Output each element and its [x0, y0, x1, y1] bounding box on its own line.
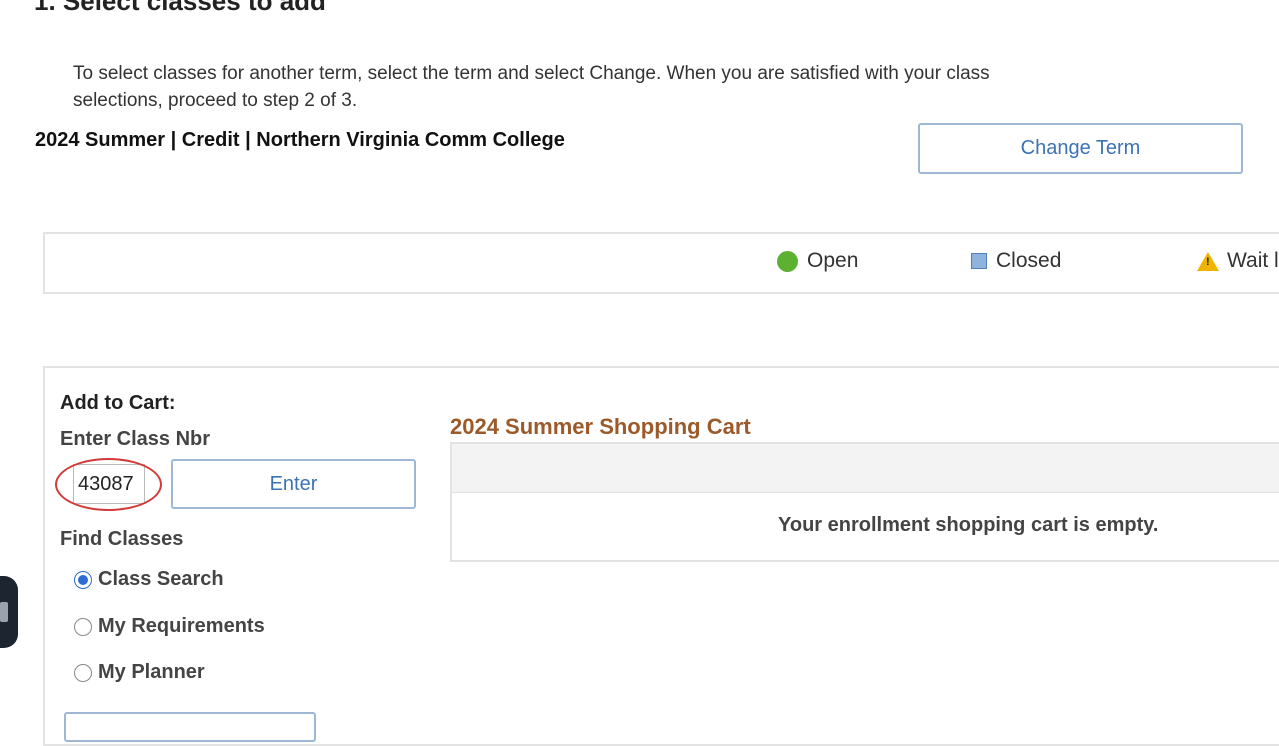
class-nbr-input[interactable]	[73, 464, 145, 504]
enter-class-nbr-label: Enter Class Nbr	[60, 428, 211, 450]
radio-my-planner[interactable]: My Planner	[74, 661, 205, 684]
search-button-partial[interactable]	[64, 712, 316, 742]
closed-status-icon	[971, 253, 987, 269]
open-status-icon	[777, 250, 798, 272]
legend-wait: ! Wait l	[1197, 249, 1279, 273]
shopping-cart-header	[452, 444, 1279, 493]
instructions-text: To select classes for another term, sele…	[73, 63, 990, 111]
cart-empty-message: Your enrollment shopping cart is empty.	[778, 514, 1159, 536]
radio-button[interactable]	[74, 617, 92, 636]
radio-my-requirements[interactable]: My Requirements	[74, 615, 265, 638]
term-info: 2024 Summer | Credit | Northern Virginia…	[35, 129, 565, 151]
legend-closed: Closed	[971, 249, 1061, 273]
radio-class-search-label: Class Search	[98, 568, 224, 590]
side-drawer-handle[interactable]	[0, 576, 18, 648]
radio-button-checked[interactable]	[74, 570, 92, 589]
radio-my-requirements-label: My Requirements	[98, 615, 265, 637]
add-to-cart-title: Add to Cart:	[60, 392, 176, 414]
radio-class-search[interactable]: Class Search	[74, 568, 224, 591]
legend-closed-label: Closed	[996, 249, 1062, 272]
radio-my-planner-label: My Planner	[98, 661, 205, 683]
page-heading: 1. Select classes to add	[34, 0, 326, 16]
status-legend	[43, 232, 1279, 294]
change-term-button[interactable]: Change Term	[918, 123, 1243, 174]
legend-wait-label: Wait l	[1227, 249, 1279, 272]
find-classes-label: Find Classes	[60, 528, 184, 550]
wait-list-icon: !	[1197, 251, 1219, 271]
legend-open: Open	[777, 249, 858, 273]
enter-button[interactable]: Enter	[171, 459, 416, 509]
shopping-cart-title: 2024 Summer Shopping Cart	[450, 414, 751, 439]
radio-button[interactable]	[74, 663, 92, 682]
legend-open-label: Open	[807, 249, 859, 272]
